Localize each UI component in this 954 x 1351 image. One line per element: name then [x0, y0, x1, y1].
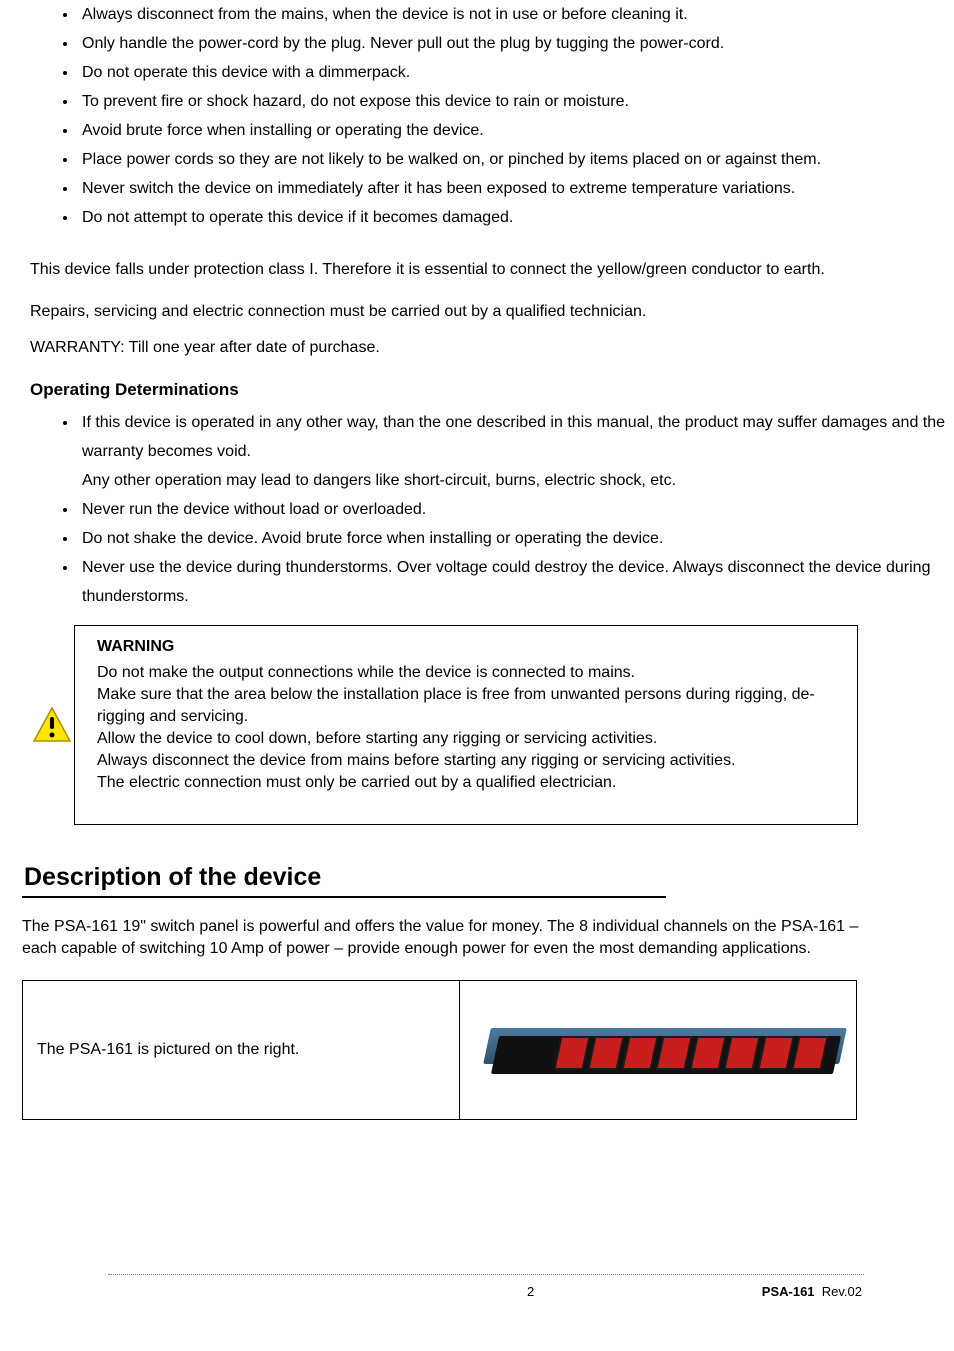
warning-title: WARNING [97, 636, 835, 658]
repairs-text: Repairs, servicing and electric connecti… [30, 300, 894, 324]
table-cell-right [460, 980, 857, 1120]
list-item: If this device is operated in any other … [78, 408, 954, 495]
list-item: Only handle the power-cord by the plug. … [78, 29, 954, 58]
warning-line: Do not make the output connections while… [97, 664, 635, 681]
list-item: Never switch the device on immediately a… [78, 174, 954, 203]
list-item: To prevent fire or shock hazard, do not … [78, 87, 954, 116]
list-item: Do not attempt to operate this device if… [78, 203, 954, 232]
warning-line: Always disconnect the device from mains … [97, 752, 736, 769]
bullet-list-operating: If this device is operated in any other … [0, 408, 954, 611]
operating-heading: Operating Determinations [30, 380, 954, 400]
warranty-text: WARRANTY: Till one year after date of pu… [30, 336, 894, 360]
list-item: Do not operate this device with a dimmer… [78, 58, 954, 87]
list-item: Do not shake the device. Avoid brute for… [78, 524, 954, 553]
description-table: The PSA-161 is pictured on the right. [22, 980, 954, 1120]
section-paragraph: The PSA-161 19" switch panel is powerful… [22, 916, 864, 960]
product-image [473, 1014, 843, 1086]
page: Always disconnect from the mains, when t… [0, 0, 954, 1351]
footer-page: 2 [527, 1284, 534, 1299]
protection-class-text: This device falls under protection class… [30, 258, 894, 282]
warning-line: The electric connection must only be car… [97, 774, 616, 791]
list-item: Always disconnect from the mains, when t… [78, 0, 954, 29]
list-item: Never use the device during thunderstorm… [78, 553, 954, 611]
table-cell-left: The PSA-161 is pictured on the right. [22, 980, 460, 1120]
footer: 2 PSA-161 Rev.02 [527, 1284, 862, 1299]
list-item-text: Any other operation may lead to dangers … [82, 472, 676, 489]
warning-row: WARNING Do not make the output connectio… [30, 625, 954, 825]
list-item: Avoid brute force when installing or ope… [78, 116, 954, 145]
footer-rule [108, 1274, 864, 1275]
list-item-text: If this device is operated in any other … [82, 414, 945, 460]
list-item: Place power cords so they are not likely… [78, 145, 954, 174]
footer-product: PSA-161 [762, 1284, 815, 1299]
warning-icon [30, 705, 74, 745]
warning-box: WARNING Do not make the output connectio… [74, 625, 858, 825]
table-left-text: The PSA-161 is pictured on the right. [37, 1041, 299, 1059]
warning-line: Allow the device to cool down, before st… [97, 730, 657, 747]
footer-rev: Rev.02 [822, 1284, 862, 1299]
section-title: Description of the device [22, 863, 666, 898]
warning-line: Make sure that the area below the instal… [97, 686, 815, 725]
bullet-list-safety: Always disconnect from the mains, when t… [0, 0, 954, 232]
list-item: Never run the device without load or ove… [78, 495, 954, 524]
